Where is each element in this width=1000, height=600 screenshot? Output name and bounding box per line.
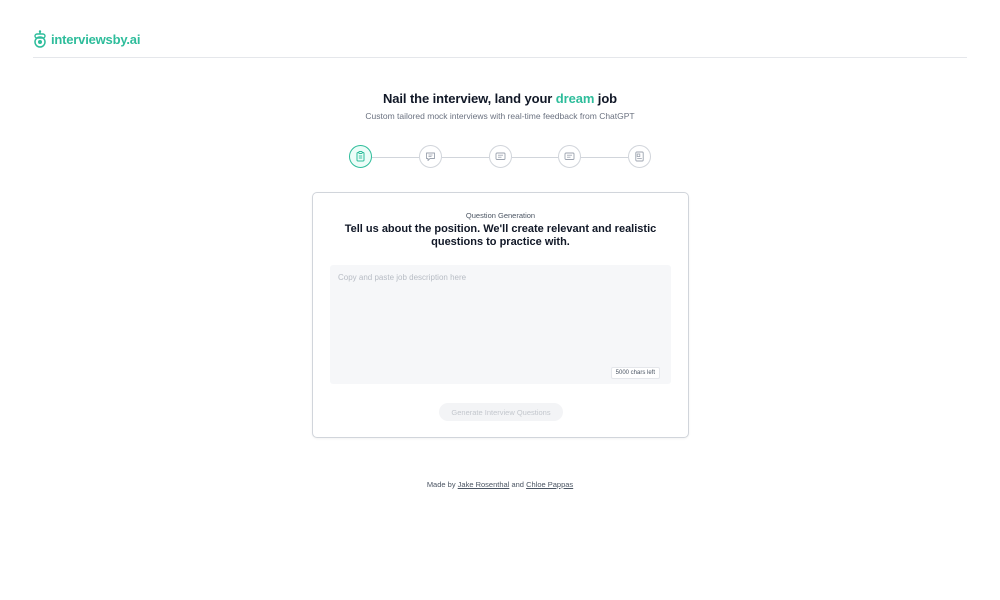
- step-connector: [442, 156, 489, 158]
- brand-logo[interactable]: interviewsby.ai: [33, 30, 140, 48]
- page-subtitle: Custom tailored mock interviews with rea…: [365, 111, 635, 121]
- chat-icon: [426, 152, 435, 161]
- author-link-jake[interactable]: Jake Rosenthal: [458, 480, 510, 489]
- step-connector: [372, 156, 419, 158]
- title-text-end: job: [594, 91, 618, 106]
- footer-and: and: [509, 480, 527, 489]
- generate-questions-button[interactable]: Generate Interview Questions: [439, 403, 563, 421]
- question-generation-card: Question Generation Tell us about the po…: [312, 192, 689, 438]
- step-label: Question Generation: [465, 211, 536, 220]
- hero: Nail the interview, land your dream job …: [0, 91, 1000, 121]
- page-title: Nail the interview, land your dream job: [0, 91, 1000, 106]
- step-2: [419, 145, 442, 168]
- robot-icon: [34, 30, 46, 48]
- header: interviewsby.ai: [33, 28, 967, 58]
- card-heading: Tell us about the position. We'll create…: [344, 223, 657, 248]
- document-icon: [635, 151, 644, 162]
- step-connector: [581, 156, 628, 158]
- clipboard-icon: [356, 151, 365, 162]
- job-description-box: 5000 chars left: [330, 265, 671, 384]
- title-accent: dream: [555, 91, 595, 106]
- footer-made-by: Made by: [426, 480, 458, 489]
- step-connector: [512, 156, 558, 158]
- step-5: [628, 145, 651, 168]
- progress-stepper: [349, 145, 651, 169]
- title-text: Nail the interview, land your: [382, 91, 556, 106]
- chars-left-badge: 5000 chars left: [610, 367, 660, 379]
- message-icon: [564, 152, 575, 160]
- step-3: [489, 145, 512, 168]
- brand-name: interviewsby.ai: [51, 31, 141, 47]
- author-link-chloe[interactable]: Chloe Pappas: [526, 480, 573, 489]
- footer: Made by Jake Rosenthal and Chloe Pappas: [0, 480, 1000, 489]
- step-4: [558, 145, 581, 168]
- message-icon: [495, 152, 506, 160]
- step-1-question-generation: [349, 145, 372, 168]
